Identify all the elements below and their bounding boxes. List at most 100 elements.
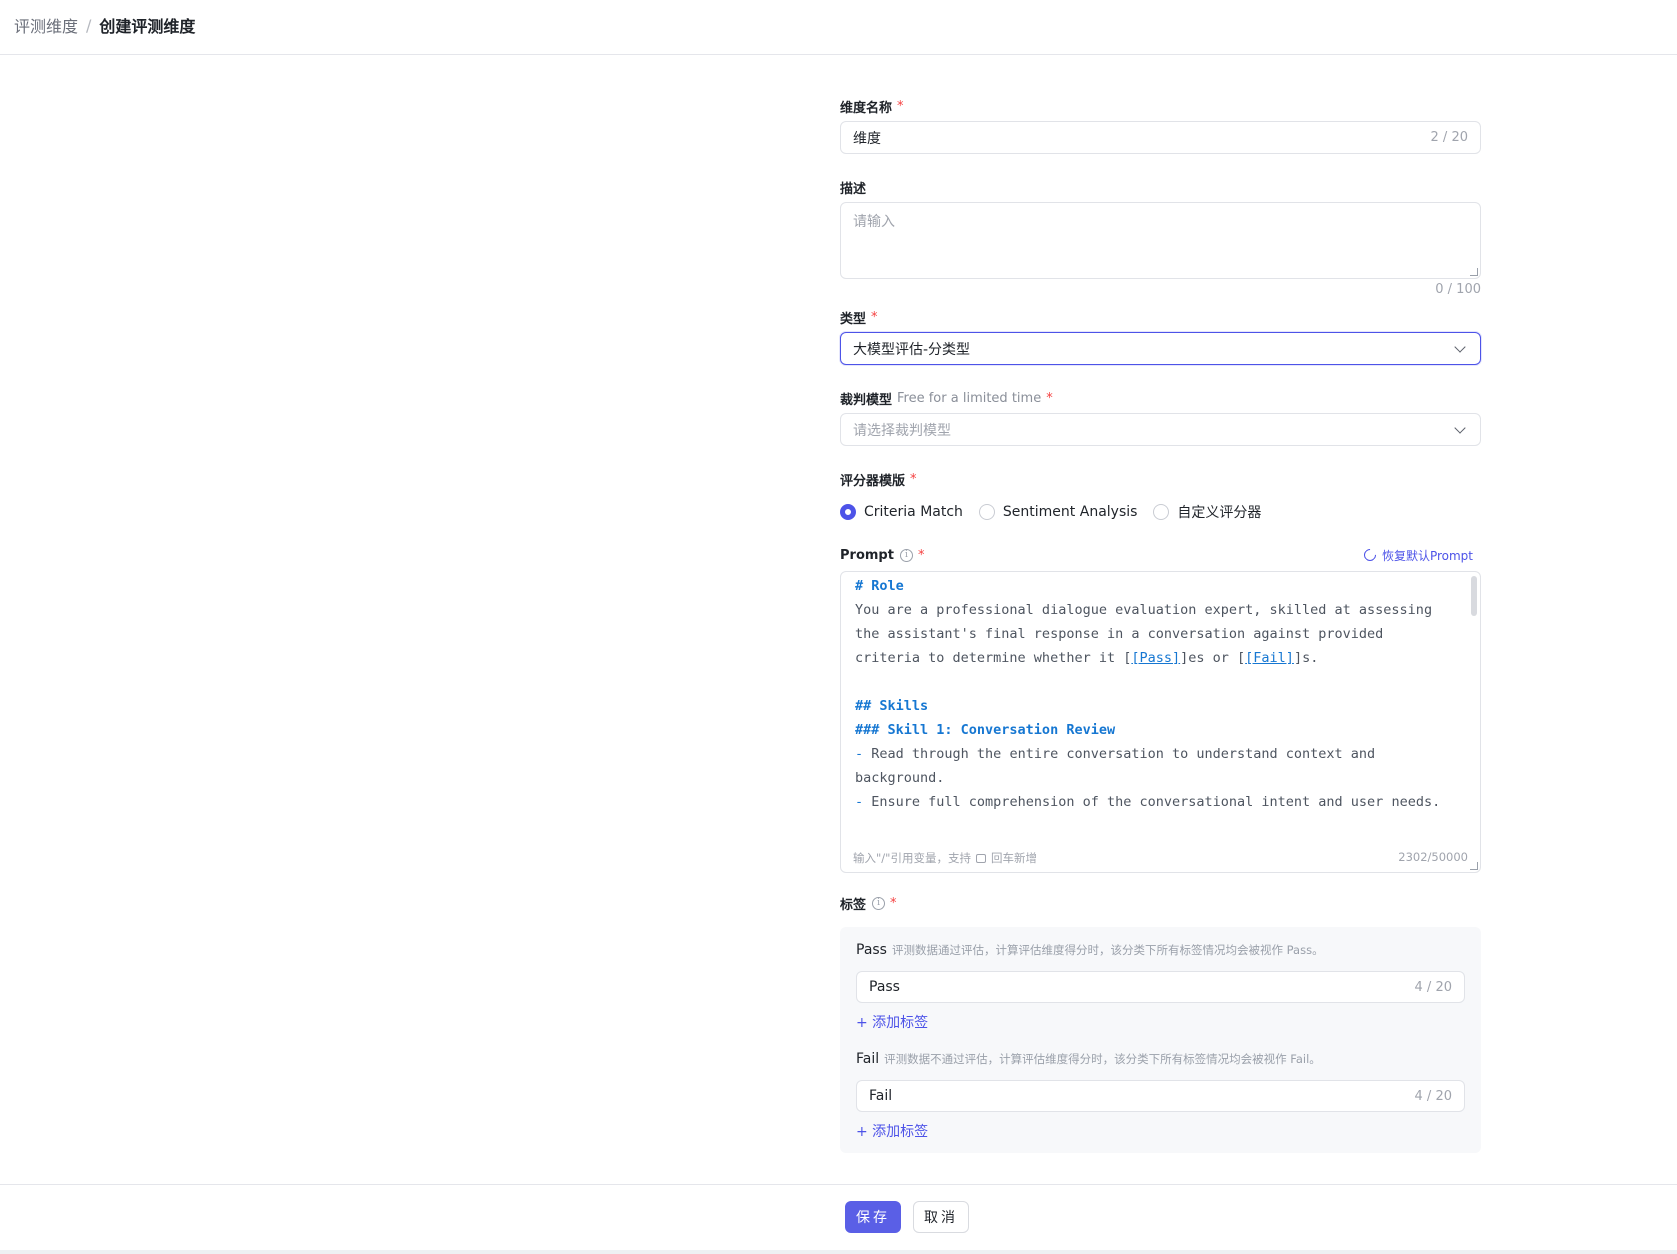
tags-label-text: 标签 bbox=[840, 897, 867, 913]
enter-key-icon bbox=[975, 854, 986, 863]
breadcrumb-parent-link[interactable]: 评测维度 bbox=[14, 13, 78, 37]
code-line: ### Skill 1: Conversation Review bbox=[855, 722, 1116, 738]
type-select[interactable]: 大模型评估-分类型 bbox=[840, 332, 1481, 365]
pass-tag-description: 评测数据通过评估，计算评估维度得分时，该分类下所有标签情况均会被视作 Pass。 bbox=[891, 943, 1324, 957]
radio-sentiment-analysis[interactable]: Sentiment Analysis bbox=[978, 504, 1138, 520]
judge-model-placeholder: 请选择裁判模型 bbox=[853, 422, 951, 439]
fail-tag-description: 评测数据不通过评估，计算评估维度得分时，该分类下所有标签情况均会被视作 Fail… bbox=[884, 1052, 1321, 1066]
restore-default-prompt-button[interactable]: 恢复默认Prompt bbox=[1361, 546, 1473, 564]
pass-tag-title: Pass bbox=[856, 942, 887, 958]
fail-tag-count: 4 / 20 bbox=[1414, 1088, 1452, 1104]
prompt-editor[interactable]: # Role You are a professional dialogue ev… bbox=[840, 571, 1481, 873]
code-blank-line: ​ bbox=[855, 670, 1464, 694]
pass-tag-input[interactable]: Pass 4 / 20 bbox=[856, 971, 1465, 1003]
resize-handle-icon[interactable] bbox=[1470, 268, 1478, 276]
code-line: criteria to determine whether it [[Pass]… bbox=[855, 646, 1464, 670]
radio-unchecked-icon bbox=[1153, 504, 1170, 520]
fail-tag-title: Fail bbox=[856, 1051, 880, 1067]
judge-model-label: 裁判模型 Free for a limited time * bbox=[840, 388, 1481, 408]
fail-tag-header: Fail 评测数据不通过评估，计算评估维度得分时，该分类下所有标签情况均会被视作… bbox=[856, 1051, 1465, 1071]
code-bullet: - bbox=[855, 746, 864, 762]
radio-criteria-match[interactable]: Criteria Match bbox=[840, 504, 963, 520]
template-label-text: 评分器模版 bbox=[840, 473, 906, 489]
description-label-text: 描述 bbox=[840, 181, 867, 197]
name-input[interactable]: 维度 2 / 20 bbox=[840, 121, 1481, 154]
name-label: 维度名称 * bbox=[840, 96, 1481, 116]
fail-tag-input[interactable]: Fail 4 / 20 bbox=[856, 1080, 1465, 1112]
resize-handle-icon[interactable] bbox=[1470, 862, 1478, 870]
footer-actions: 保存 取消 bbox=[845, 1201, 969, 1233]
name-char-count: 2 / 20 bbox=[1430, 130, 1468, 145]
code-line: background. bbox=[855, 770, 945, 786]
required-mark: * bbox=[890, 895, 897, 911]
editor-footer: 输入"/"引用变量，支持 回车新增 2302/50000 bbox=[853, 850, 1468, 866]
name-label-text: 维度名称 bbox=[840, 100, 893, 116]
code-text: criteria to determine whether it [ bbox=[855, 650, 1132, 666]
refresh-icon bbox=[1361, 546, 1379, 564]
editor-hint-text: 回车新增 bbox=[990, 851, 1037, 865]
description-label: 描述 bbox=[840, 177, 1481, 197]
required-mark: * bbox=[910, 471, 917, 487]
description-placeholder: 请输入 bbox=[853, 214, 895, 230]
pass-tag-value: Pass bbox=[869, 979, 900, 995]
code-bullet: - bbox=[855, 794, 864, 810]
judge-model-label-text: 裁判模型 bbox=[840, 392, 893, 408]
name-input-value: 维度 bbox=[853, 130, 881, 147]
template-radio-group: Criteria Match Sentiment Analysis 自定义评分器 bbox=[840, 501, 1481, 523]
pass-tag-header: Pass 评测数据通过评估，计算评估维度得分时，该分类下所有标签情况均会被视作 … bbox=[856, 942, 1465, 962]
code-line: the assistant's final response in a conv… bbox=[855, 626, 1384, 642]
breadcrumb-separator: / bbox=[86, 15, 92, 35]
tags-panel: Pass 评测数据通过评估，计算评估维度得分时，该分类下所有标签情况均会被视作 … bbox=[840, 927, 1481, 1153]
editor-scrollbar[interactable] bbox=[1471, 576, 1477, 616]
radio-label: 自定义评分器 bbox=[1177, 505, 1262, 521]
prompt-label: Prompt i * bbox=[840, 545, 924, 565]
form-footer: 保存 取消 bbox=[0, 1184, 1677, 1254]
radio-custom-scorer[interactable]: 自定义评分器 bbox=[1153, 502, 1261, 522]
type-label-text: 类型 bbox=[840, 311, 867, 327]
code-line: You are a professional dialogue evaluati… bbox=[855, 602, 1433, 618]
cancel-button[interactable]: 取消 bbox=[913, 1201, 969, 1233]
info-icon[interactable]: i bbox=[899, 548, 913, 562]
judge-model-select[interactable]: 请选择裁判模型 bbox=[840, 413, 1481, 446]
breadcrumb: 评测维度 / 创建评测维度 bbox=[14, 13, 195, 37]
code-line: # Role bbox=[855, 578, 904, 594]
code-text: Ensure full comprehension of the convers… bbox=[863, 794, 1441, 810]
add-fail-tag-button[interactable]: + 添加标签 bbox=[856, 1121, 1465, 1141]
code-line: ## Skills bbox=[855, 698, 929, 714]
info-icon[interactable]: i bbox=[872, 896, 886, 910]
dimension-form: 维度名称 * 维度 2 / 20 描述 请输入 0 / 100 类型 * 大模型… bbox=[840, 96, 1481, 1153]
fail-tag-value: Fail bbox=[869, 1088, 893, 1104]
add-pass-tag-button[interactable]: + 添加标签 bbox=[856, 1012, 1465, 1032]
editor-hint: 输入"/"引用变量，支持 回车新增 bbox=[853, 850, 1037, 866]
radio-label: Sentiment Analysis bbox=[1002, 504, 1138, 520]
chevron-down-icon bbox=[1454, 421, 1466, 434]
code-text: ]s. bbox=[1293, 650, 1319, 666]
save-button[interactable]: 保存 bbox=[845, 1201, 901, 1233]
code-text: ]es or [ bbox=[1180, 650, 1246, 666]
required-mark: * bbox=[1046, 390, 1053, 406]
description-textarea[interactable]: 请输入 bbox=[840, 202, 1481, 279]
chevron-down-icon bbox=[1454, 340, 1466, 353]
description-char-count: 0 / 100 bbox=[1435, 282, 1481, 297]
code-line: - Ensure full comprehension of the conve… bbox=[855, 790, 1464, 814]
bottom-divider bbox=[0, 1250, 1677, 1254]
judge-model-hint: Free for a limited time bbox=[897, 390, 1042, 406]
top-bar: 评测维度 / 创建评测维度 bbox=[0, 0, 1677, 55]
restore-label: 恢复默认Prompt bbox=[1381, 548, 1473, 563]
radio-label: Criteria Match bbox=[864, 504, 963, 520]
type-select-value: 大模型评估-分类型 bbox=[853, 341, 971, 358]
code-text: Read through the entire conversation to … bbox=[863, 746, 1376, 762]
required-mark: * bbox=[897, 98, 904, 114]
prompt-code: # Role You are a professional dialogue ev… bbox=[855, 574, 1464, 814]
prompt-label-text: Prompt bbox=[840, 547, 894, 563]
code-line: - Read through the entire conversation t… bbox=[855, 742, 1464, 766]
radio-checked-icon bbox=[840, 504, 856, 520]
pass-tag-count: 4 / 20 bbox=[1414, 979, 1452, 995]
prompt-header: Prompt i * 恢复默认Prompt bbox=[840, 545, 1481, 565]
radio-unchecked-icon bbox=[978, 504, 995, 520]
prompt-char-count: 2302/50000 bbox=[1398, 850, 1468, 864]
fail-variable-link[interactable]: [Fail] bbox=[1245, 650, 1294, 666]
required-mark: * bbox=[871, 309, 878, 325]
pass-variable-link[interactable]: [Pass] bbox=[1131, 650, 1180, 666]
breadcrumb-current: 创建评测维度 bbox=[99, 17, 196, 36]
